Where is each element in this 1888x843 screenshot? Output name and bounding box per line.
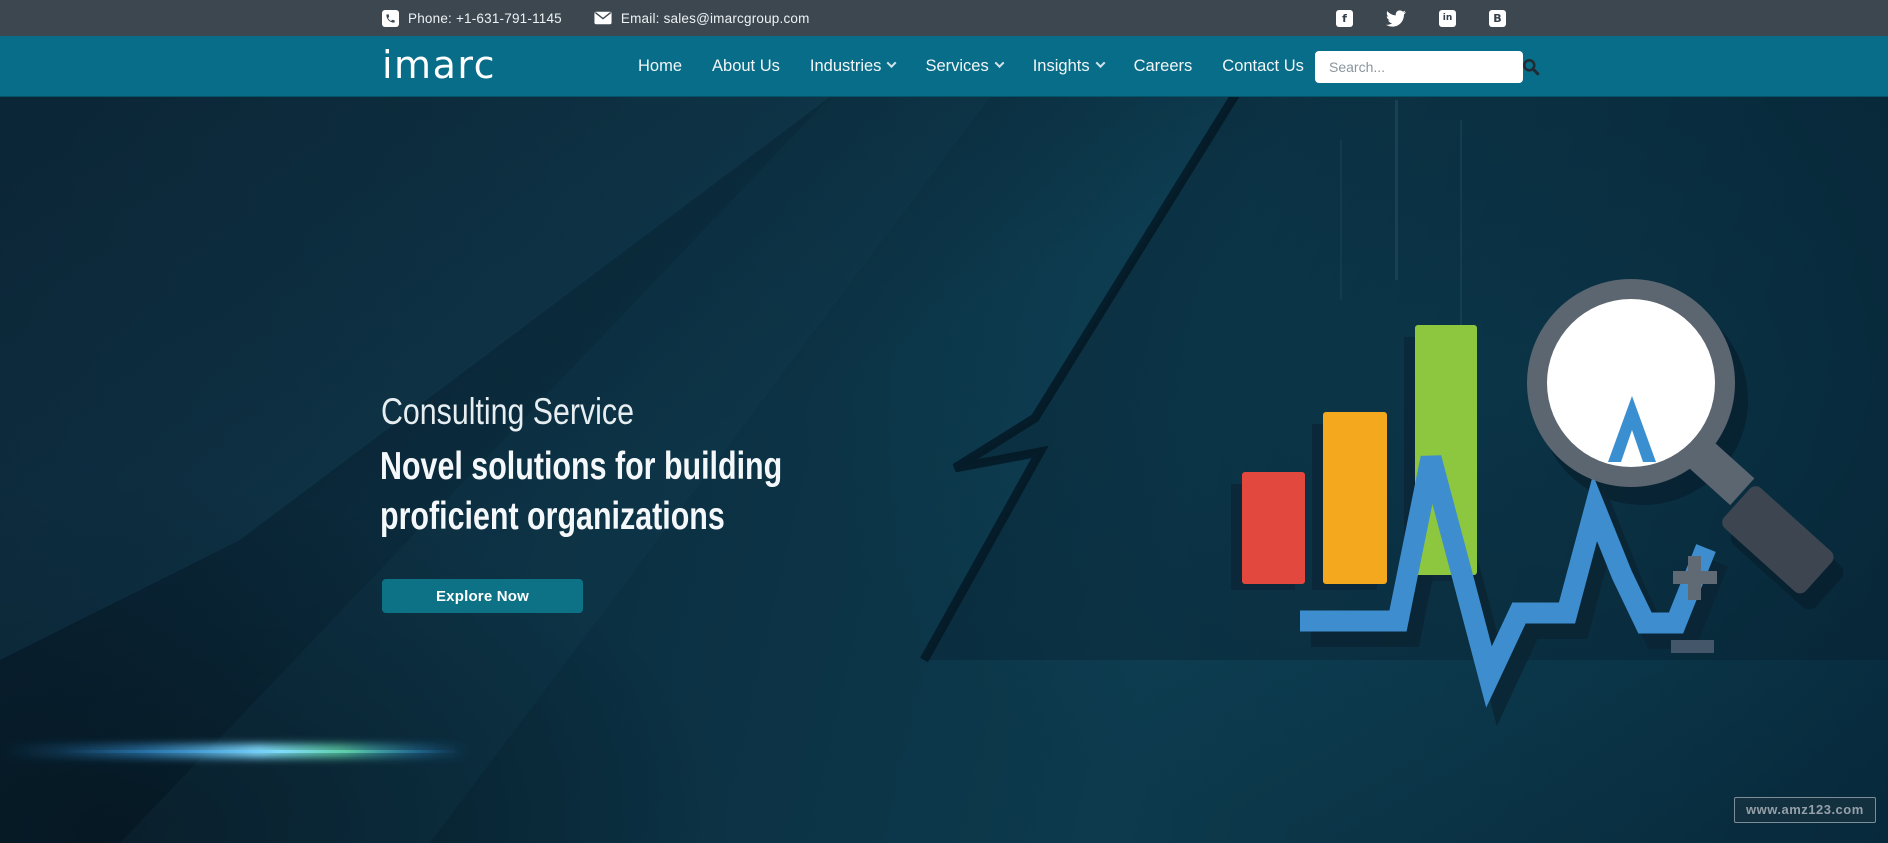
magnifier-lens [1547, 299, 1715, 467]
nav-item-careers[interactable]: Careers [1134, 57, 1193, 76]
nav-item-insights[interactable]: Insights [1033, 57, 1106, 76]
analytics-illustration [1231, 279, 1844, 727]
hero-heading: Novel solutions for building proficient … [380, 442, 782, 542]
phone-icon [382, 9, 399, 27]
plus-icon [1688, 556, 1701, 600]
nav-item-industries[interactable]: Industries [810, 57, 897, 76]
minus-icon [1671, 640, 1714, 653]
social-links: f in B [1336, 0, 1506, 36]
explore-now-button[interactable]: Explore Now [382, 579, 583, 613]
nav-item-contact-us[interactable]: Contact Us [1222, 57, 1304, 76]
nav-item-services[interactable]: Services [925, 57, 1005, 76]
chevron-down-icon [1095, 58, 1106, 69]
search-box [1315, 51, 1540, 83]
hero-heading-line2: proficient organizations [380, 495, 725, 538]
bar-red [1242, 472, 1305, 584]
phone-number[interactable]: Phone: +1-631-791-1145 [408, 11, 562, 26]
search-icon [1523, 59, 1540, 76]
hero-banner: Consulting Service Novel solutions for b… [0, 97, 1888, 843]
contact-info: Phone: +1-631-791-1145 Email: sales@imar… [382, 0, 810, 36]
nav-item-home[interactable]: Home [638, 57, 682, 76]
linkedin-icon[interactable]: in [1439, 9, 1456, 27]
hero-eyebrow: Consulting Service [381, 391, 634, 432]
search-button[interactable] [1522, 51, 1540, 83]
nav-item-about-us[interactable]: About Us [712, 57, 780, 76]
main-menu: Home About Us Industries Services Insigh… [638, 36, 1304, 97]
blogger-icon[interactable]: B [1489, 9, 1506, 27]
facebook-icon[interactable]: f [1336, 9, 1353, 27]
imarc-logo[interactable]: imarc [382, 43, 496, 87]
twitter-icon[interactable] [1386, 9, 1406, 27]
bar-orange [1323, 412, 1387, 584]
chevron-down-icon [994, 58, 1005, 69]
topbar: Phone: +1-631-791-1145 Email: sales@imar… [0, 0, 1888, 36]
email-icon [594, 11, 612, 25]
main-navbar: imarc Home About Us Industries Services … [0, 36, 1888, 97]
email-address[interactable]: Email: sales@imarcgroup.com [621, 11, 810, 26]
hero-heading-line1: Novel solutions for building [380, 445, 783, 488]
watermark: www.amz123.com [1734, 797, 1876, 823]
search-input[interactable] [1315, 59, 1522, 75]
chevron-down-icon [886, 58, 897, 69]
